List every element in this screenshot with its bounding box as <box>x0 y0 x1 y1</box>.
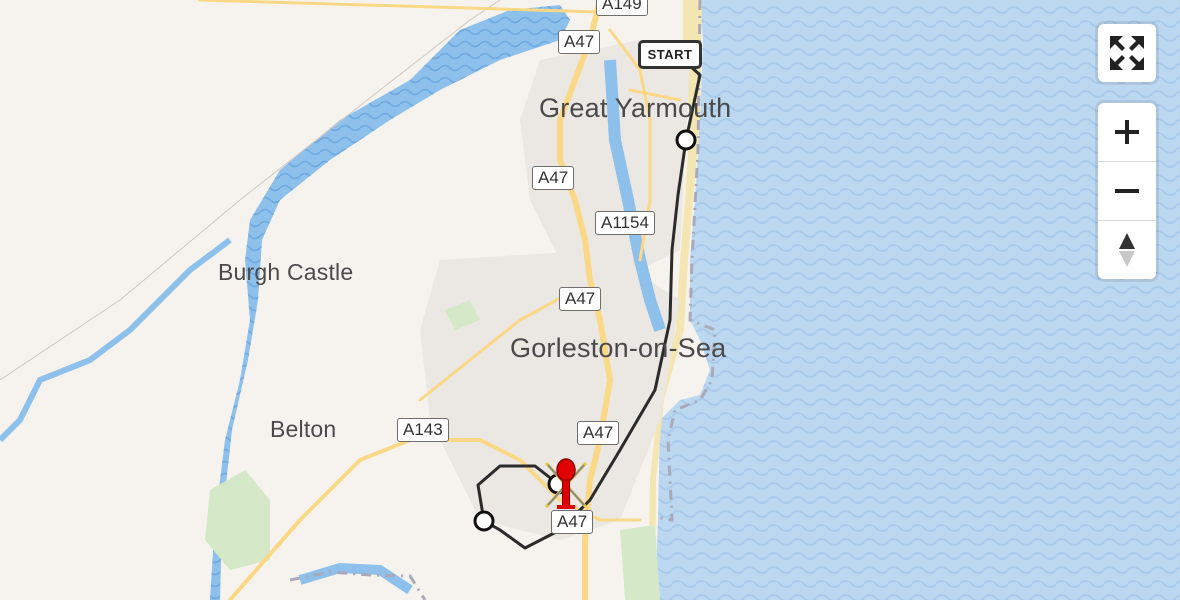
road-shield-a47: A47 <box>559 287 602 311</box>
road-shield-a47: A47 <box>551 510 594 534</box>
compass-button[interactable] <box>1098 220 1156 279</box>
zoom-out-button[interactable] <box>1098 161 1156 220</box>
road-shield-a47: A47 <box>532 166 575 190</box>
plus-icon <box>1115 120 1139 144</box>
fullscreen-control <box>1098 24 1156 82</box>
place-label-belton: Belton <box>270 416 337 442</box>
road-shield-a1154: A1154 <box>595 211 655 235</box>
waypoint-marker[interactable] <box>675 129 697 151</box>
waypoint-marker[interactable] <box>473 510 495 532</box>
road-shield-a143: A143 <box>397 418 449 442</box>
road-shield-a149: A149 <box>596 0 648 16</box>
road-shield-a47: A47 <box>558 30 601 54</box>
place-label-gorleston-on-sea: Gorleston-on-Sea <box>510 333 727 363</box>
zoom-in-button[interactable] <box>1098 103 1156 161</box>
zoom-controls <box>1098 103 1156 279</box>
expand-arrows-icon <box>1110 36 1144 70</box>
fullscreen-button[interactable] <box>1098 24 1156 82</box>
road-shield-a47: A47 <box>577 421 620 445</box>
sea-area <box>655 0 1180 600</box>
north-arrow-icon <box>1119 233 1135 267</box>
minus-icon <box>1115 189 1139 193</box>
route-start-label: START <box>638 40 702 69</box>
place-label-burgh-castle: Burgh Castle <box>218 259 354 285</box>
place-label-great-yarmouth: Great Yarmouth <box>539 93 732 123</box>
